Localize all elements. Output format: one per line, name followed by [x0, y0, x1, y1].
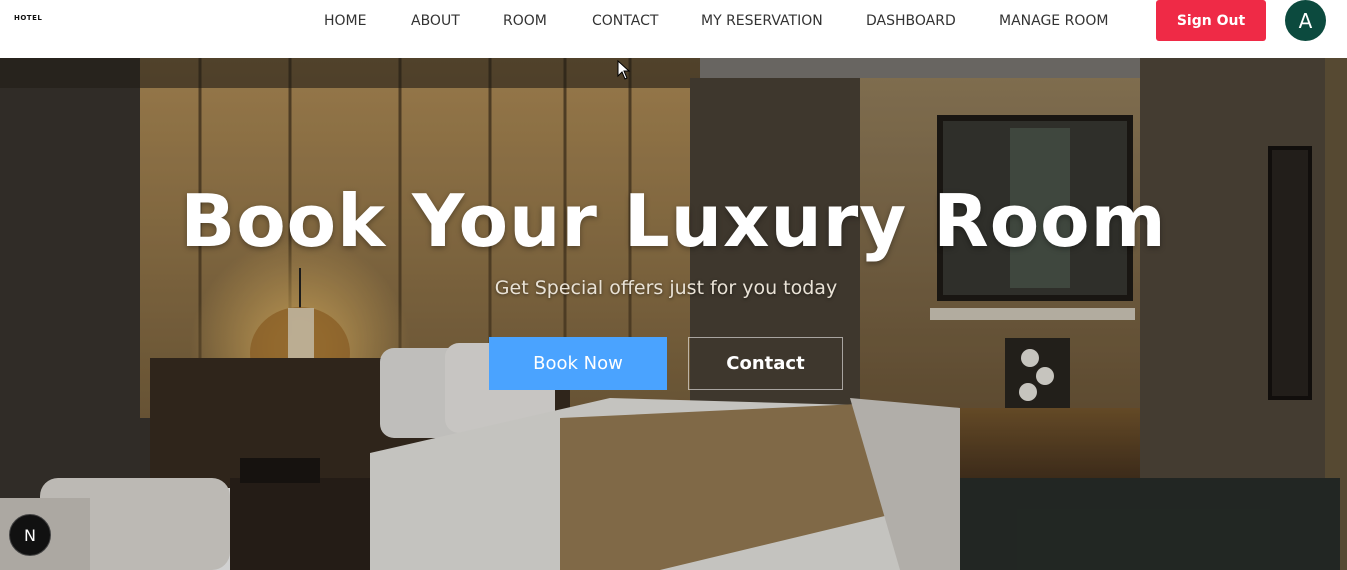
mouse-cursor-icon: [617, 60, 631, 80]
contact-button[interactable]: Contact: [688, 337, 843, 390]
nextjs-icon[interactable]: N: [9, 514, 51, 556]
nav-about[interactable]: ABOUT: [411, 12, 460, 30]
avatar[interactable]: A: [1285, 0, 1326, 41]
nav-dashboard[interactable]: DASHBOARD: [866, 12, 956, 30]
nav-contact[interactable]: CONTACT: [592, 12, 658, 30]
navbar: HOTEL HOME ABOUT ROOM CONTACT MY RESERVA…: [0, 0, 1347, 58]
book-now-button[interactable]: Book Now: [489, 337, 667, 390]
hotel-logo[interactable]: HOTEL: [14, 14, 42, 22]
hero-overlay: [0, 58, 1347, 570]
hero-subtitle: Get Special offers just for you today: [494, 277, 838, 299]
nav-my-reservation[interactable]: MY RESERVATION: [701, 12, 823, 30]
nav-room[interactable]: ROOM: [503, 12, 547, 30]
nav-manage-room[interactable]: MANAGE ROOM: [999, 12, 1108, 30]
sign-out-button[interactable]: Sign Out: [1156, 0, 1266, 41]
hero-section: Book Your Luxury Room Get Special offers…: [0, 58, 1347, 570]
hero-title: Book Your Luxury Room: [180, 179, 1167, 263]
nav-home[interactable]: HOME: [324, 12, 366, 30]
